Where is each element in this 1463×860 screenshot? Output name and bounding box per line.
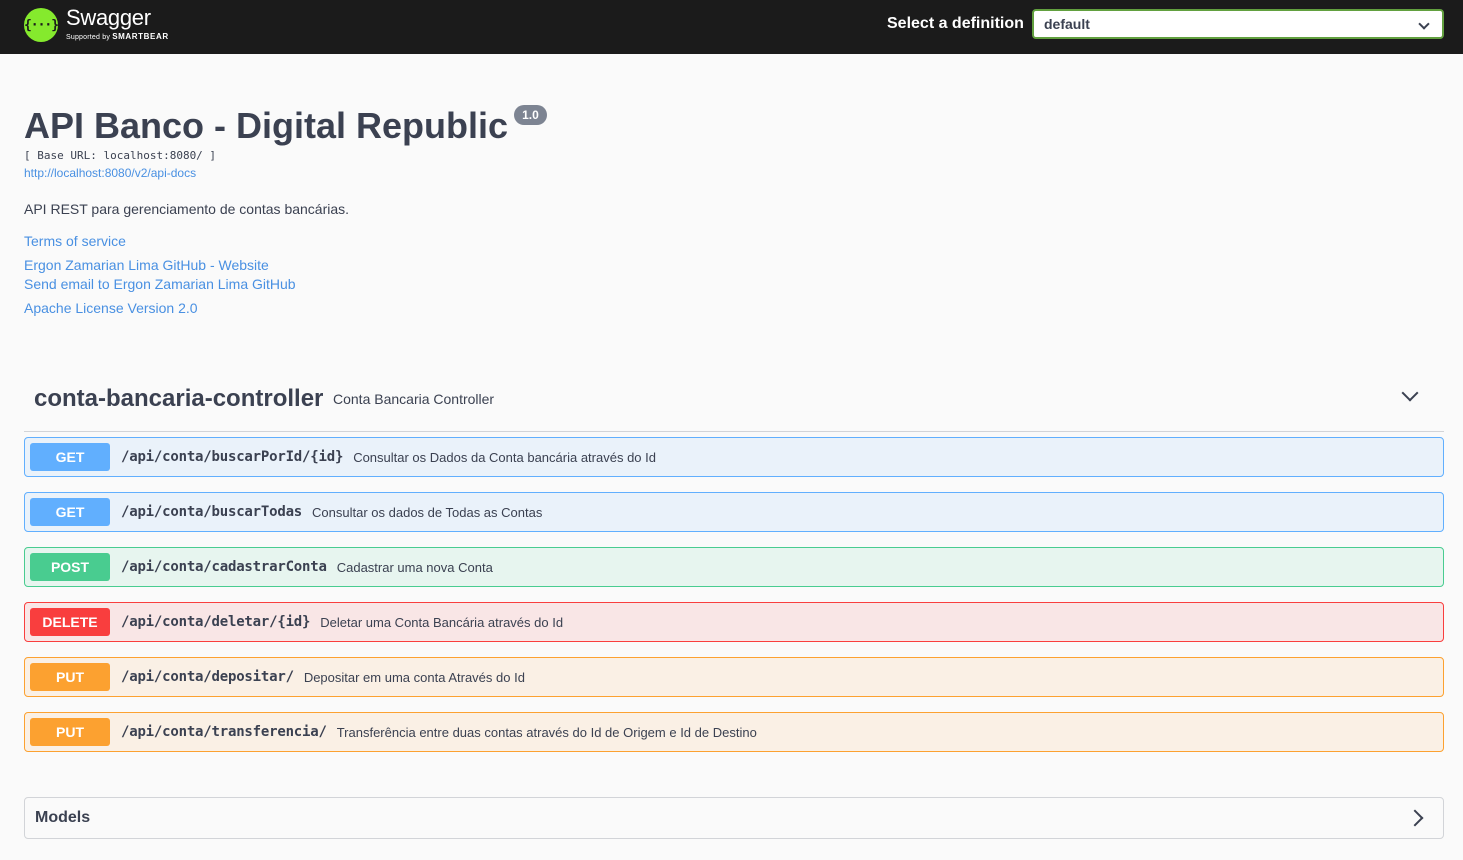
operation-path: /api/conta/transferencia/: [121, 724, 327, 740]
models-title: Models: [35, 809, 91, 826]
operation-summary: Deletar uma Conta Bancária através do Id: [320, 614, 564, 630]
definition-select-value: default: [1044, 16, 1090, 32]
logo-icon-glyph: {···}: [23, 17, 59, 33]
method-badge: PUT: [30, 663, 110, 691]
operation-summary: Depositar em uma conta Através do Id: [303, 669, 525, 685]
operation-summary: Consultar os dados de Todas as Contas: [312, 504, 543, 520]
logo-sub-brand: SMARTBEAR: [112, 32, 169, 41]
api-description: API REST para gerenciamento de contas ba…: [24, 201, 350, 217]
definition-select[interactable]: default: [1032, 9, 1444, 39]
operation-summary: Cadastrar uma nova Conta: [336, 559, 493, 575]
logo-text: Swagger Supported by SMARTBEAR: [66, 7, 169, 43]
logo-sub-prefix: Supported by: [66, 34, 111, 41]
version-badge: 1.0: [514, 105, 547, 125]
method-badge: POST: [30, 553, 110, 581]
operation-path: /api/conta/deletar/{id}: [121, 614, 311, 630]
chevron-right-icon[interactable]: [1406, 809, 1424, 827]
models-section[interactable]: Models: [24, 797, 1444, 839]
contact-email-link[interactable]: Send email to Ergon Zamarian Lima GitHub: [24, 276, 296, 292]
select-definition-label: Select a definition: [887, 15, 1024, 32]
swagger-logo-icon: {···}: [23, 8, 59, 42]
method-badge: GET: [30, 443, 110, 471]
operation-summary: Transferência entre duas contas através …: [336, 724, 757, 740]
logo-subtitle: Supported by SMARTBEAR: [66, 32, 169, 43]
tag-name: conta-bancaria-controller: [34, 385, 324, 412]
license-link[interactable]: Apache License Version 2.0: [24, 300, 198, 316]
chevron-down-icon: [1418, 18, 1430, 30]
api-title: API Banco - Digital Republic: [24, 105, 509, 146]
operation-row[interactable]: PUT /api/conta/depositar/ Depositar em u…: [24, 657, 1444, 697]
swagger-logo[interactable]: {···} Swagger Supported by SMARTBEAR: [24, 5, 169, 45]
operation-path: /api/conta/buscarPorId/{id}: [121, 449, 344, 465]
operation-path: /api/conta/cadastrarConta: [121, 559, 327, 575]
operation-row[interactable]: DELETE /api/conta/deletar/{id} Deletar u…: [24, 602, 1444, 642]
operation-path: /api/conta/buscarTodas: [121, 504, 303, 520]
terms-of-service-link[interactable]: Terms of service: [24, 233, 126, 249]
logo-title: Swagger: [66, 5, 151, 30]
chevron-down-icon[interactable]: [1401, 384, 1419, 402]
website-link[interactable]: Ergon Zamarian Lima GitHub - Website: [24, 257, 269, 273]
operation-row[interactable]: GET /api/conta/buscarPorId/{id} Consulta…: [24, 437, 1444, 477]
method-badge: PUT: [30, 718, 110, 746]
base-url: [ Base URL: localhost:8080/ ]: [24, 149, 217, 162]
method-badge: DELETE: [30, 608, 110, 636]
operation-summary: Consultar os Dados da Conta bancária atr…: [353, 449, 656, 465]
topbar: {···} Swagger Supported by SMARTBEAR Sel…: [0, 0, 1463, 54]
operation-path: /api/conta/depositar/: [121, 669, 294, 685]
tag-description: Conta Bancaria Controller: [333, 391, 495, 407]
operation-row[interactable]: PUT /api/conta/transferencia/ Transferên…: [24, 712, 1444, 752]
operation-row[interactable]: GET /api/conta/buscarTodas Consultar os …: [24, 492, 1444, 532]
api-title-block: API Banco - Digital Republic 1.0: [24, 104, 547, 148]
api-docs-link[interactable]: http://localhost:8080/v2/api-docs: [24, 166, 196, 180]
method-badge: GET: [30, 498, 110, 526]
controller-tag-header[interactable]: conta-bancaria-controller Conta Bancaria…: [24, 380, 1444, 432]
operation-row[interactable]: POST /api/conta/cadastrarConta Cadastrar…: [24, 547, 1444, 587]
